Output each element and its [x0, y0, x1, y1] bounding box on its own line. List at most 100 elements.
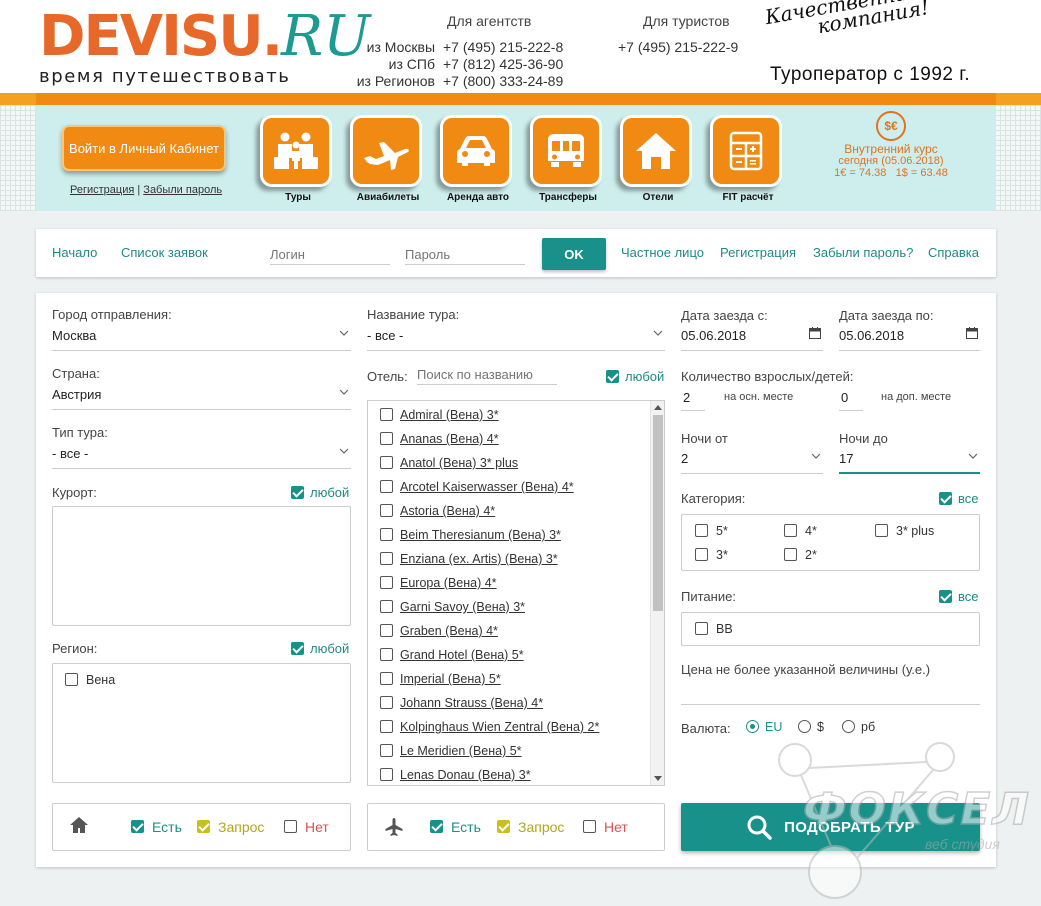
hotel-item[interactable]: Lenas Donau (Вена) 3*: [380, 768, 531, 782]
tour-name-select[interactable]: - все -: [367, 323, 665, 351]
hotel-item[interactable]: Beim Theresianum (Вена) 3*: [380, 528, 561, 542]
hotel-item[interactable]: Arcotel Kaiserwasser (Вена) 4*: [380, 480, 574, 494]
nav-hotels[interactable]: Отели: [620, 115, 696, 205]
category-all-checkbox[interactable]: все: [939, 491, 979, 506]
country-value: Австрия: [52, 387, 102, 402]
departure-select[interactable]: Москва: [52, 323, 351, 351]
tour-type-select[interactable]: - все -: [52, 441, 351, 469]
resort-any-checkbox[interactable]: любой: [291, 485, 349, 500]
hotel-item[interactable]: Imperial (Вена) 5*: [380, 672, 501, 686]
adults-hint: на осн. месте: [724, 391, 794, 403]
region-any-checkbox[interactable]: любой: [291, 641, 349, 656]
flight-avail-request[interactable]: Запрос: [497, 819, 564, 835]
register-link[interactable]: Регистрация: [70, 184, 134, 196]
cabinet-login-button[interactable]: Войти в Личный Кабинет: [62, 125, 226, 171]
any-label: любой: [310, 641, 350, 656]
help-link[interactable]: Справка: [928, 245, 979, 260]
scroll-thumb[interactable]: [653, 415, 663, 611]
hotel-item[interactable]: Johann Strauss (Вена) 4*: [380, 696, 543, 710]
nav-label: FIT расчёт: [722, 192, 774, 203]
flight-avail-yes[interactable]: Есть: [430, 819, 481, 835]
hotel-list[interactable]: Admiral (Вена) 3* Ananas (Вена) 4* Anato…: [367, 400, 665, 786]
currency-exchange-icon: $€: [876, 111, 906, 141]
nav-tours[interactable]: Туры: [260, 115, 336, 205]
nights-to-select[interactable]: 17: [839, 446, 980, 474]
registration-link[interactable]: Регистрация: [720, 245, 796, 260]
adults-input[interactable]: 2: [681, 385, 705, 411]
category-list: 5* 4* 3* plus 3* 2*: [681, 514, 980, 571]
children-input[interactable]: 0: [839, 385, 863, 411]
any-label: любой: [625, 369, 665, 384]
orders-list-link[interactable]: Список заявок: [121, 245, 208, 260]
car-icon: [440, 115, 512, 187]
category-item[interactable]: 3*: [695, 548, 728, 562]
currency-rub[interactable]: рб: [842, 720, 875, 734]
tourists-phone[interactable]: +7 (495) 215-222-9: [618, 39, 738, 55]
scroll-up-icon[interactable]: [654, 405, 662, 410]
hotel-avail-request[interactable]: Запрос: [197, 819, 264, 835]
rate-date: сегодня (05.06.2018): [838, 155, 944, 167]
nav-label: Аренда авто: [446, 192, 510, 203]
nights-from-select[interactable]: 2: [681, 446, 823, 474]
category-item[interactable]: 3* plus: [875, 524, 934, 538]
country-select[interactable]: Австрия: [52, 382, 351, 410]
login-ok-button[interactable]: OK: [542, 238, 606, 270]
hotel-search-input[interactable]: [417, 359, 557, 385]
currency-eu[interactable]: EU: [746, 720, 782, 734]
price-input[interactable]: [681, 677, 980, 705]
meal-all-checkbox[interactable]: все: [939, 589, 979, 604]
nav-flights[interactable]: Авиабилеты: [350, 115, 426, 205]
hotel-item[interactable]: Le Meridien (Вена) 5*: [380, 744, 522, 758]
chevron-down-icon: [653, 329, 663, 337]
nav-car-rental[interactable]: Аренда авто: [440, 115, 516, 205]
hotel-item[interactable]: Europa (Вена) 4*: [380, 576, 497, 590]
login-input[interactable]: [270, 239, 390, 265]
hotel-item[interactable]: Garni Savoy (Вена) 3*: [380, 600, 525, 614]
password-input[interactable]: [405, 239, 525, 265]
checkbox-checked-icon: [291, 642, 304, 656]
hotel-list-scrollbar[interactable]: [650, 401, 664, 785]
flight-avail-no[interactable]: Нет: [583, 819, 628, 835]
hotel-item[interactable]: Anatol (Вена) 3* plus: [380, 456, 518, 470]
hotel-item[interactable]: Astoria (Вена) 4*: [380, 504, 495, 518]
forgot-password-link[interactable]: Забыли пароль: [143, 184, 222, 196]
scroll-down-icon[interactable]: [654, 776, 662, 781]
private-person-link[interactable]: Частное лицо: [621, 245, 704, 260]
calendar-icon[interactable]: [966, 327, 978, 339]
pax-label: Количество взрослых/детей:: [681, 369, 854, 384]
chevron-down-icon: [968, 452, 978, 460]
logo[interactable]: DEVISU.RU время путешествовать: [39, 6, 370, 90]
meal-item[interactable]: BB: [695, 622, 733, 636]
currency-label: Валюта:: [681, 721, 731, 736]
home-link[interactable]: Начало: [52, 245, 97, 260]
region-item[interactable]: Вена: [65, 673, 115, 687]
date-to-input[interactable]: 05.06.2018: [839, 323, 980, 351]
hotel-item[interactable]: Ananas (Вена) 4*: [380, 432, 499, 446]
calendar-icon[interactable]: [809, 327, 821, 339]
hotel-avail-no[interactable]: Нет: [284, 819, 329, 835]
hotel-item[interactable]: Enziana (ex. Artis) (Вена) 3*: [380, 552, 558, 566]
nav-fit-calc[interactable]: FIT расчёт: [710, 115, 786, 205]
hotel-item[interactable]: Admiral (Вена) 3*: [380, 408, 499, 422]
hotel-item[interactable]: Grand Hotel (Вена) 5*: [380, 648, 524, 662]
search-tour-button[interactable]: ПОДОБРАТЬ ТУР: [681, 803, 980, 851]
hotel-avail-yes[interactable]: Есть: [131, 819, 182, 835]
category-item[interactable]: 4*: [784, 524, 817, 538]
hotel-item[interactable]: Graben (Вена) 4*: [380, 624, 498, 638]
date-from-input[interactable]: 05.06.2018: [681, 323, 823, 351]
currency-usd[interactable]: $: [798, 720, 824, 734]
hotel-item[interactable]: Kolpinghaus Wien Zentral (Вена) 2*: [380, 720, 599, 734]
contact-phone[interactable]: +7 (495) 215-222-8: [443, 39, 563, 55]
category-item[interactable]: 5*: [695, 524, 728, 538]
all-label: все: [958, 491, 979, 506]
rate-title: Внутренний курс: [844, 142, 938, 156]
category-item[interactable]: 2*: [784, 548, 817, 562]
forgot-password-link[interactable]: Забыли пароль?: [813, 245, 913, 260]
all-label: все: [958, 589, 979, 604]
departure-label: Город отправления:: [52, 307, 172, 322]
hotel-any-checkbox[interactable]: любой: [606, 369, 664, 384]
contact-phone[interactable]: +7 (812) 425-36-90: [443, 56, 563, 72]
resort-list[interactable]: [52, 506, 351, 626]
nav-transfers[interactable]: Трансферы: [530, 115, 606, 205]
contact-phone[interactable]: +7 (800) 333-24-89: [443, 73, 563, 89]
